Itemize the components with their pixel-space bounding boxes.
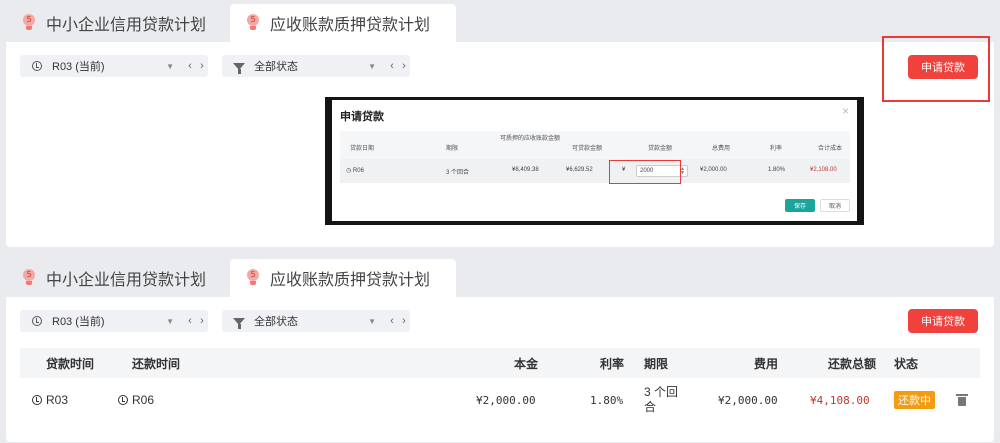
col-loan-time: 贷款时间 bbox=[46, 356, 95, 371]
prev-round-button[interactable]: ‹ bbox=[184, 60, 196, 72]
delete-button[interactable] bbox=[956, 378, 968, 422]
tab-label: 应收账款质押贷款计划 bbox=[270, 17, 431, 34]
table-row: R03 R06 ¥2,000.00 1.80% 3 个回合 ¥2,000.00 … bbox=[20, 378, 980, 422]
clock-icon bbox=[30, 59, 44, 73]
status-select[interactable]: 全部状态 ▼ ‹ › bbox=[222, 55, 410, 77]
dialog-cancel-button[interactable]: 取消 bbox=[820, 199, 850, 212]
col-fee: 总费用 bbox=[712, 146, 731, 152]
term-cell: 3 个回合 bbox=[644, 385, 679, 414]
round-select-value: R03 (当前) bbox=[52, 316, 105, 328]
tab-label: 中小企业信用贷款计划 bbox=[46, 272, 207, 289]
filter-icon bbox=[232, 59, 246, 74]
col-status: 状态 bbox=[894, 356, 919, 371]
row-rate: 1.80% bbox=[768, 167, 786, 173]
total-cell: ¥4,108.00 bbox=[810, 393, 870, 407]
bottom-panel: 5 中小企业信用贷款计划 5 应收账款质押贷款计划 R03 (当前) ▼ ‹ ›… bbox=[6, 259, 994, 442]
round-select[interactable]: R03 (当前) ▼ ‹ › bbox=[20, 310, 208, 332]
col-repay-time: 还款时间 bbox=[132, 356, 181, 371]
row-fee: ¥2,000.00 bbox=[700, 167, 727, 173]
tab-sme-credit-loan[interactable]: 5 中小企业信用贷款计划 bbox=[6, 4, 228, 42]
col-term: 期限 bbox=[644, 356, 669, 371]
col-fee: 费用 bbox=[754, 356, 779, 371]
round-select-value: R03 (当前) bbox=[52, 61, 105, 73]
chevron-down-icon: ▼ bbox=[368, 61, 376, 71]
col-rate: 利率 bbox=[770, 146, 783, 152]
trash-icon bbox=[956, 394, 968, 406]
tab-receivables-pledge-loan[interactable]: 5 应收账款质押贷款计划 bbox=[230, 4, 456, 42]
clock-icon bbox=[118, 395, 128, 405]
dialog-table-header: 贷款日期 期限 可质押的应收账款金额 可贷款金额 贷款金额 总费用 利率 合计成… bbox=[340, 131, 850, 159]
apply-loan-dialog: 申请贷款 × 贷款日期 期限 可质押的应收账款金额 可贷款金额 贷款金额 总费用… bbox=[332, 100, 857, 221]
apply-loan-button[interactable]: 申请贷款 bbox=[908, 309, 978, 333]
row-pledgeable: ¥8,409.38 bbox=[512, 167, 539, 173]
dialog-table-row: ◷ R06 3 个回合 ¥8,409.38 ¥6,629.52 ¥ 2000 ▲… bbox=[340, 159, 850, 183]
repay-time-cell: R06 bbox=[118, 378, 154, 422]
next-status-button[interactable]: › bbox=[398, 60, 410, 72]
tab-sme-credit-loan[interactable]: 5 中小企业信用贷款计划 bbox=[6, 259, 228, 297]
bulb-icon: 5 bbox=[246, 14, 260, 32]
apply-button-highlight bbox=[882, 36, 990, 102]
loan-time-cell: R03 bbox=[32, 378, 68, 422]
loan-table-header: 贷款时间 还款时间 本金 利率 期限 费用 还款总额 状态 bbox=[20, 348, 980, 378]
status-cell: 还款中 bbox=[894, 378, 935, 422]
chevron-down-icon: ▼ bbox=[368, 316, 376, 326]
status-select[interactable]: 全部状态 ▼ ‹ › bbox=[222, 310, 410, 332]
fee-cell: ¥2,000.00 bbox=[718, 393, 778, 407]
filter-icon bbox=[232, 314, 246, 329]
row-total-cost: ¥2,108.00 bbox=[810, 167, 837, 173]
tab-receivables-pledge-loan[interactable]: 5 应收账款质押贷款计划 bbox=[230, 259, 456, 297]
status-select-value: 全部状态 bbox=[254, 61, 298, 73]
col-pledgeable: 可质押的应收账款金额 bbox=[499, 136, 560, 142]
col-total-cost: 合计成本 bbox=[818, 146, 843, 152]
bulb-icon: 5 bbox=[22, 269, 36, 287]
principal-cell: ¥2,000.00 bbox=[476, 393, 536, 407]
prev-round-button[interactable]: ‹ bbox=[184, 315, 196, 327]
chevron-down-icon: ▼ bbox=[166, 316, 174, 326]
dialog-save-button[interactable]: 保存 bbox=[785, 199, 815, 212]
col-total: 还款总额 bbox=[828, 356, 877, 371]
status-badge: 还款中 bbox=[894, 391, 935, 409]
row-available: ¥6,629.52 bbox=[566, 167, 593, 173]
row-date: ◷ R06 bbox=[346, 168, 364, 174]
clock-icon bbox=[32, 395, 42, 405]
col-amount: 贷款金额 bbox=[648, 146, 673, 152]
chevron-down-icon: ▼ bbox=[166, 61, 174, 71]
bulb-icon: 5 bbox=[22, 14, 36, 32]
round-select[interactable]: R03 (当前) ▼ ‹ › bbox=[20, 55, 208, 77]
col-term: 期限 bbox=[446, 146, 459, 152]
col-loan-date: 贷款日期 bbox=[350, 146, 375, 152]
dialog-title: 申请贷款 bbox=[340, 111, 384, 123]
clock-icon bbox=[30, 314, 44, 328]
tab-label: 应收账款质押贷款计划 bbox=[270, 272, 431, 289]
prev-status-button[interactable]: ‹ bbox=[386, 315, 398, 327]
amount-input-highlight bbox=[609, 160, 681, 184]
bulb-icon: 5 bbox=[246, 269, 260, 287]
status-select-value: 全部状态 bbox=[254, 316, 298, 328]
next-round-button[interactable]: › bbox=[196, 315, 208, 327]
next-status-button[interactable]: › bbox=[398, 315, 410, 327]
tab-bar: 5 中小企业信用贷款计划 5 应收账款质押贷款计划 bbox=[6, 259, 994, 297]
close-icon[interactable]: × bbox=[842, 104, 849, 118]
col-available: 可贷款金额 bbox=[572, 146, 603, 152]
col-rate: 利率 bbox=[600, 356, 625, 371]
row-term: 3 个回合 bbox=[446, 170, 470, 176]
tab-bar: 5 中小企业信用贷款计划 5 应收账款质押贷款计划 bbox=[6, 4, 994, 42]
col-principal: 本金 bbox=[514, 356, 539, 371]
tab-label: 中小企业信用贷款计划 bbox=[46, 17, 207, 34]
rate-cell: 1.80% bbox=[590, 393, 624, 407]
prev-status-button[interactable]: ‹ bbox=[386, 60, 398, 72]
next-round-button[interactable]: › bbox=[196, 60, 208, 72]
